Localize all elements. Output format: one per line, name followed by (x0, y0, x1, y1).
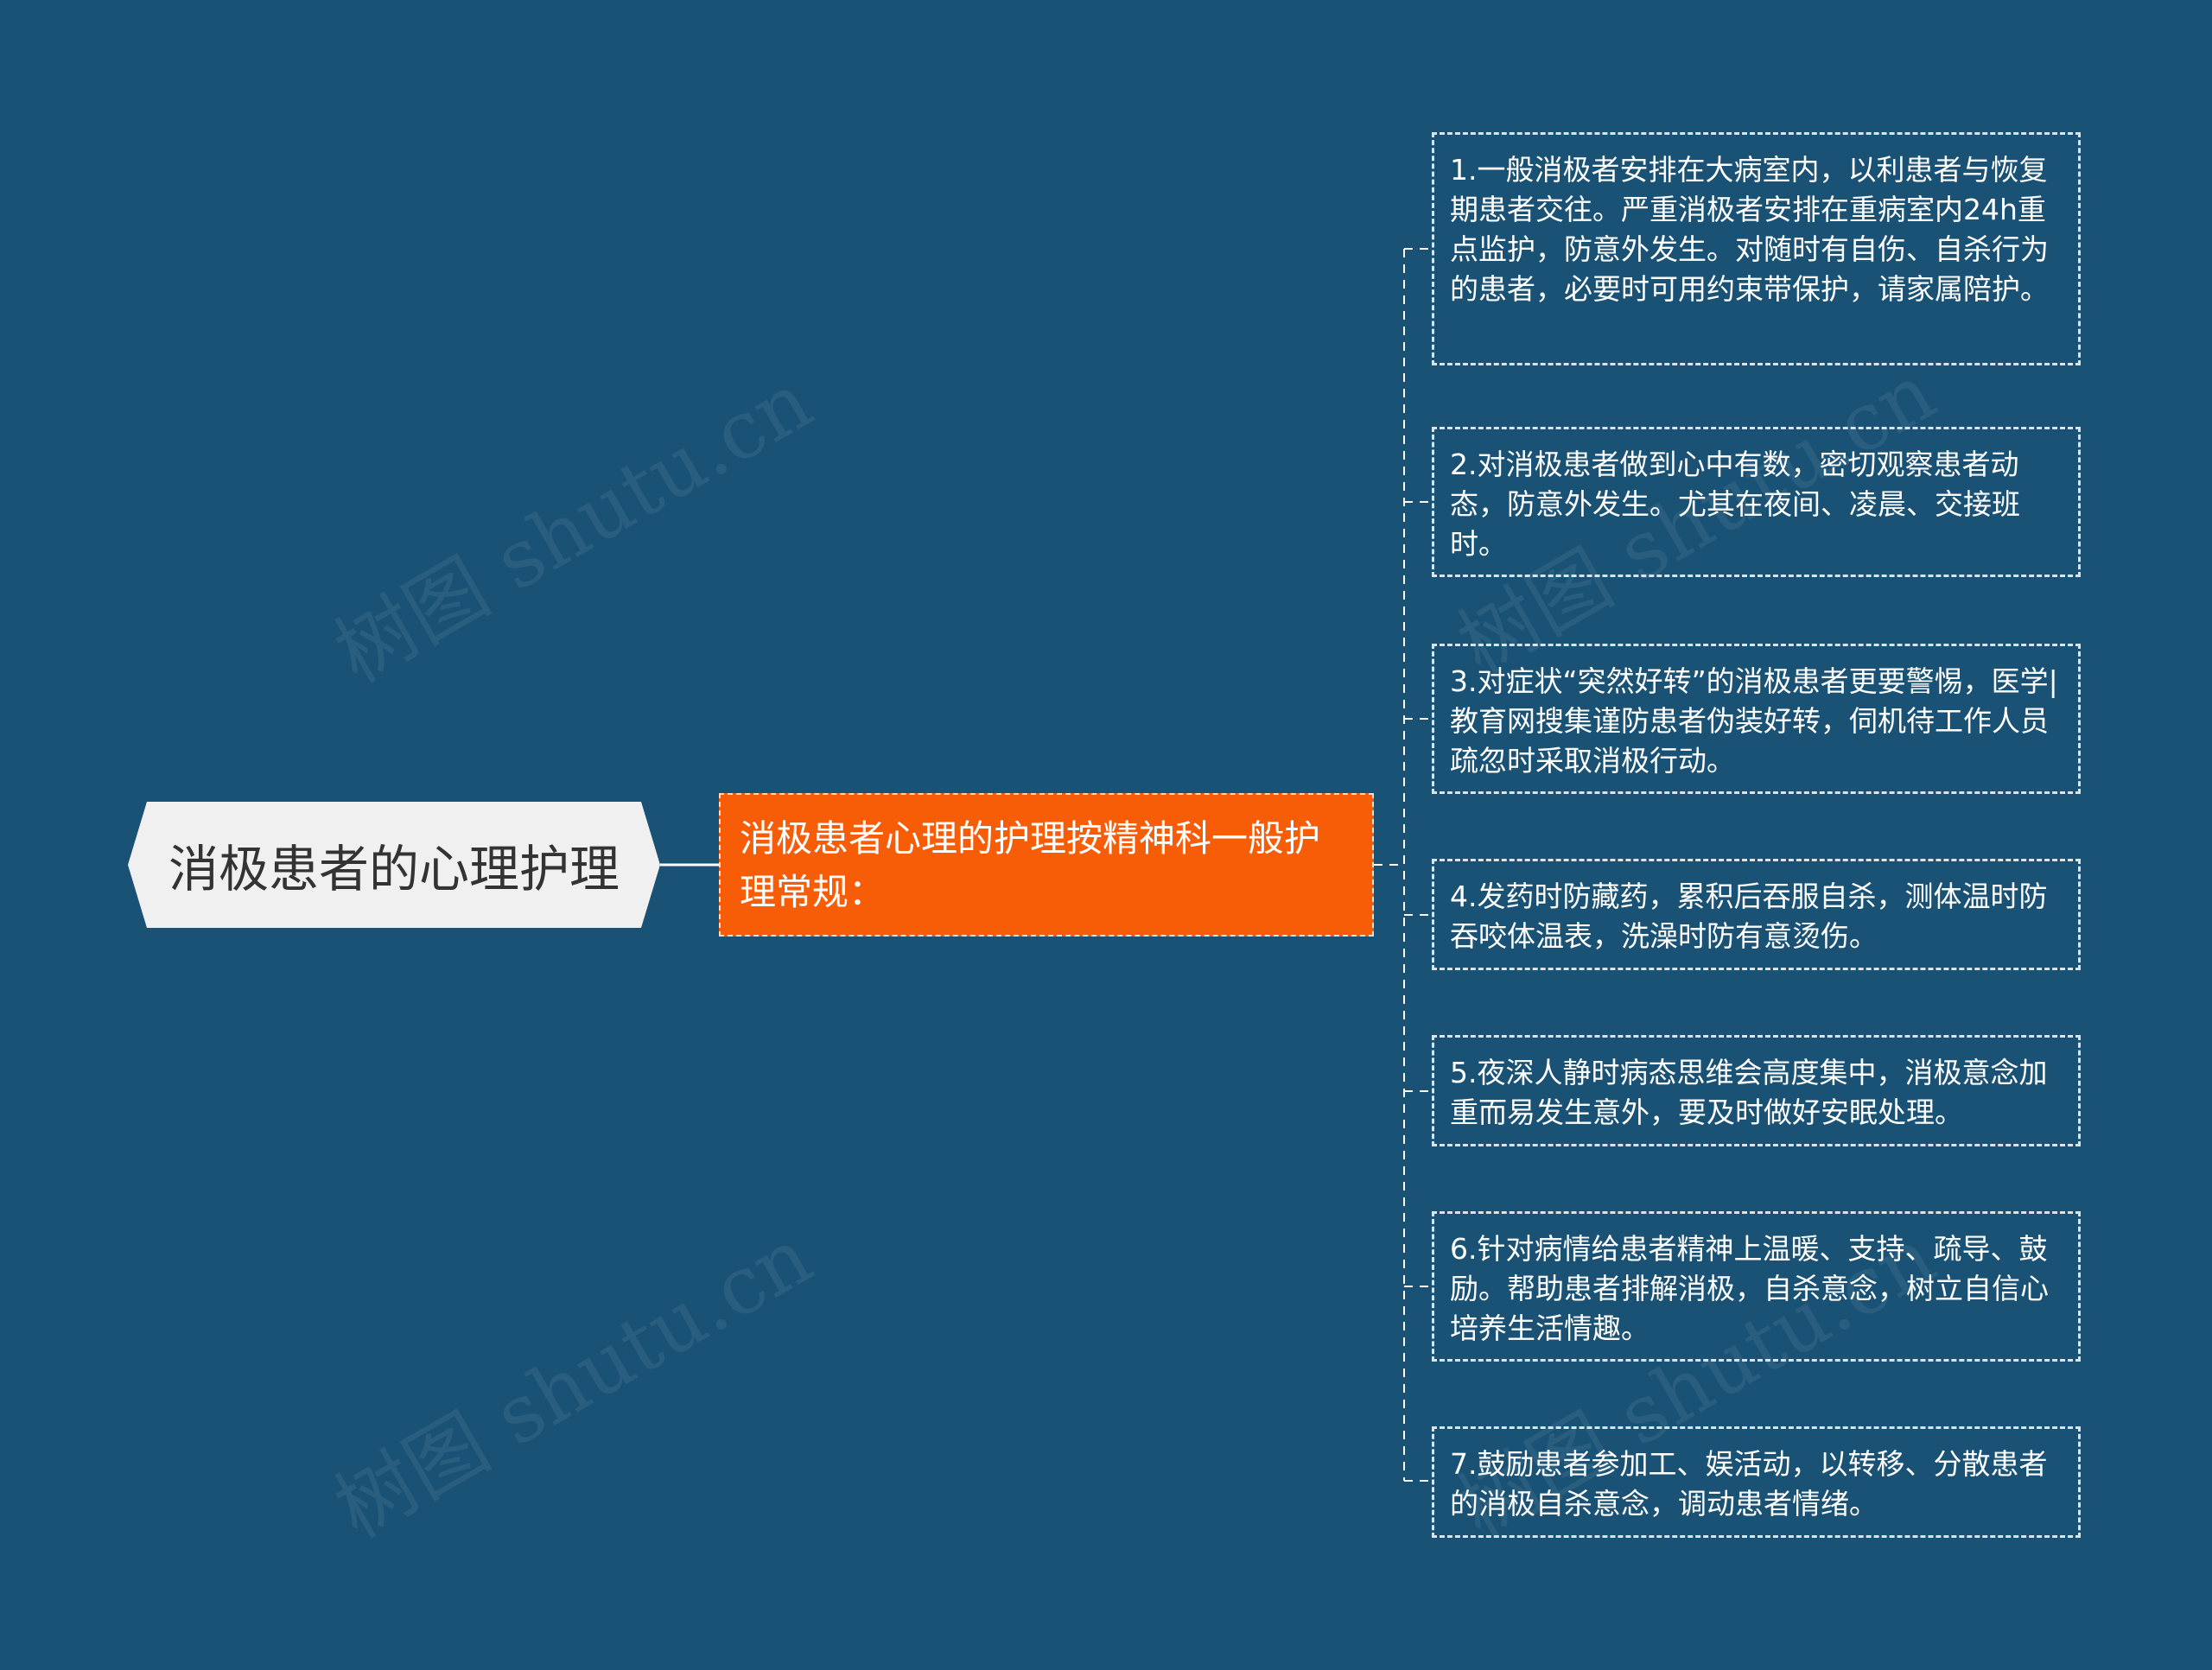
root-node[interactable]: 消极患者的心理护理 (128, 802, 660, 928)
leaf-node[interactable]: 2.对消极患者做到心中有数，密切观察患者动态，防意外发生。尤其在夜间、凌晨、交接… (1432, 427, 2081, 577)
leaf-node-text: 4.发药时防藏药，累积后吞服自杀，测体温时防吞咬体温表，洗澡时防有意烫伤。 (1450, 879, 2048, 953)
branch-node-label: 消极患者心理的护理按精神科一般护理常规： (740, 817, 1321, 913)
leaf-node[interactable]: 1.一般消极者安排在大病室内，以利患者与恢复期患者交往。严重消极者安排在重病室内… (1432, 132, 2081, 365)
leaf-node[interactable]: 3.对症状“突然好转”的消极患者更要警惕，医学|教育网搜集谨防患者伪装好转，伺机… (1432, 644, 2081, 794)
leaf-node-text: 2.对消极患者做到心中有数，密切观察患者动态，防意外发生。尤其在夜间、凌晨、交接… (1450, 448, 2020, 561)
leaf-node[interactable]: 6.针对病情给患者精神上温暖、支持、疏导、鼓励。帮助患者排解消极，自杀意念，树立… (1432, 1211, 2081, 1362)
leaf-node[interactable]: 5.夜深人静时病态思维会高度集中，消极意念加重而易发生意外，要及时做好安眠处理。 (1432, 1035, 2081, 1146)
root-node-label: 消极患者的心理护理 (168, 840, 620, 898)
leaf-node-text: 1.一般消极者安排在大病室内，以利患者与恢复期患者交往。严重消极者安排在重病室内… (1450, 153, 2049, 306)
leaf-node-text: 5.夜深人静时病态思维会高度集中，消极意念加重而易发生意外，要及时做好安眠处理。 (1450, 1056, 2048, 1129)
leaf-node[interactable]: 7.鼓励患者参加工、娱活动，以转移、分散患者的消极自杀意念，调动患者情绪。 (1432, 1426, 2081, 1538)
leaf-node[interactable]: 4.发药时防藏药，累积后吞服自杀，测体温时防吞咬体温表，洗澡时防有意烫伤。 (1432, 859, 2081, 970)
leaf-node-text: 7.鼓励患者参加工、娱活动，以转移、分散患者的消极自杀意念，调动患者情绪。 (1450, 1447, 2048, 1521)
leaf-node-text: 3.对症状“突然好转”的消极患者更要警惕，医学|教育网搜集谨防患者伪装好转，伺机… (1450, 664, 2058, 778)
branch-node[interactable]: 消极患者心理的护理按精神科一般护理常规： (719, 793, 1374, 937)
leaf-node-text: 6.针对病情给患者精神上温暖、支持、疏导、鼓励。帮助患者排解消极，自杀意念，树立… (1450, 1232, 2049, 1345)
